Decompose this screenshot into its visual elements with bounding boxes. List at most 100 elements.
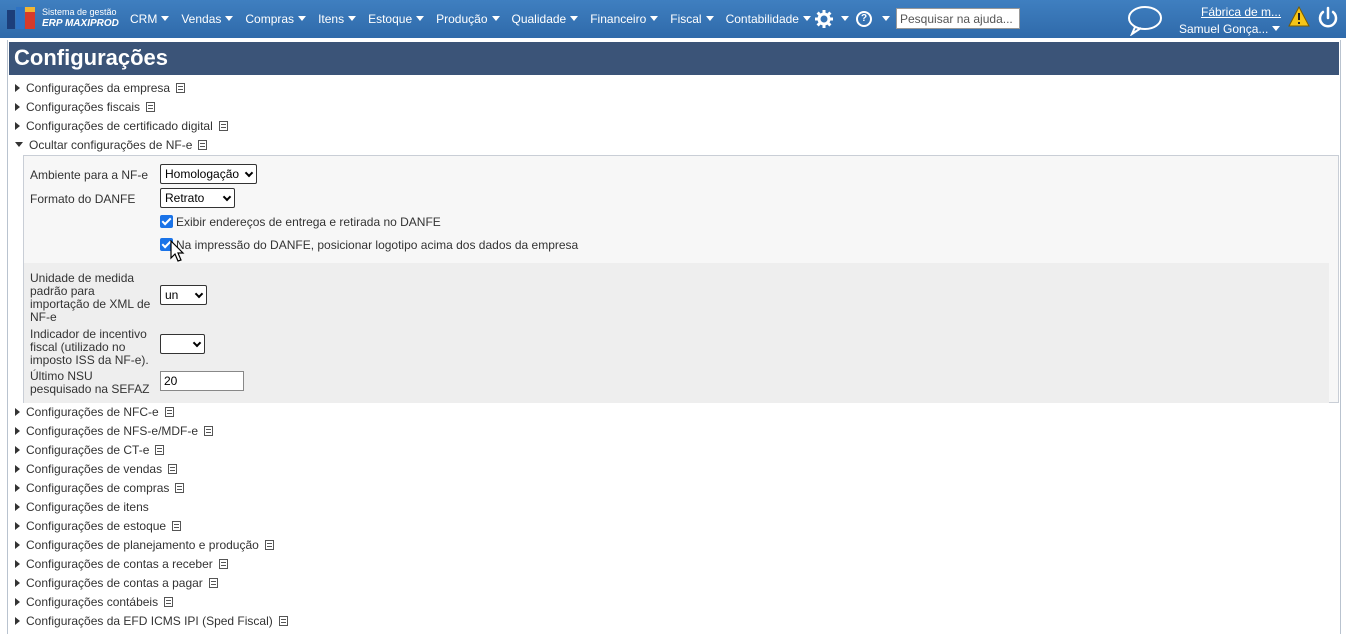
chevron-down-icon <box>1271 26 1280 31</box>
menu-estoque[interactable]: Estoque <box>368 12 425 26</box>
collapse-arrow-icon <box>15 142 23 147</box>
document-icon[interactable] <box>264 540 274 550</box>
incentivo-label: Indicador de incentivo fiscal (utilizado… <box>30 327 149 367</box>
section-empresa[interactable]: Configurações da empresa <box>15 81 186 95</box>
expand-arrow-icon <box>15 427 20 435</box>
chat-bubble-icon[interactable] <box>1126 4 1164 36</box>
ambiente-label: Ambiente para a NF-e <box>30 168 149 182</box>
incentivo-select[interactable] <box>160 334 205 354</box>
user-name: Samuel Gonça... <box>1179 22 1269 36</box>
section-nfce[interactable]: Configurações de NFC-e <box>15 405 174 419</box>
chevron-down-icon <box>298 16 307 21</box>
formato-value: Retrato <box>165 191 205 205</box>
chevron-down-icon <box>244 168 254 178</box>
chevron-down-icon <box>650 16 659 21</box>
chevron-down-icon <box>192 338 202 348</box>
section-planejamento[interactable]: Configurações de planejamento e produção <box>15 538 274 552</box>
menu-compras[interactable]: Compras <box>245 12 307 26</box>
section-fiscais[interactable]: Configurações fiscais <box>15 100 156 114</box>
section-certificado[interactable]: Configurações de certificado digital <box>15 119 228 133</box>
logotipo-label[interactable]: Na impressão do DANFE, posicionar logoti… <box>176 239 578 252</box>
menu-fiscal[interactable]: Fiscal <box>670 12 714 26</box>
document-icon[interactable] <box>172 521 182 531</box>
exibir-enderecos-checkbox[interactable] <box>160 215 173 228</box>
user-menu[interactable]: Samuel Gonça... <box>1179 22 1280 36</box>
document-icon[interactable] <box>155 445 165 455</box>
unidade-value: un <box>165 288 179 302</box>
company-link[interactable]: Fábrica de m... <box>1201 5 1281 19</box>
menu-producao[interactable]: Produção <box>436 12 500 26</box>
formato-select[interactable]: Retrato <box>160 188 235 208</box>
document-icon[interactable] <box>168 464 178 474</box>
main-menu: CRM Vendas Compras Itens Estoque Produçã… <box>130 0 823 38</box>
document-icon[interactable] <box>208 578 218 588</box>
expand-arrow-icon <box>15 522 20 530</box>
section-contas-pagar[interactable]: Configurações de contas a pagar <box>15 576 218 590</box>
brand-text: Sistema de gestão ERP MAXIPROD <box>42 6 119 30</box>
document-icon[interactable] <box>278 616 288 626</box>
ambiente-value: Homologação <box>165 167 240 181</box>
chevron-down-icon[interactable] <box>841 16 849 21</box>
section-nfe-toggle[interactable]: Ocultar configurações de NF-e <box>15 138 208 152</box>
document-icon[interactable] <box>218 121 228 131</box>
section-efd-icms-ipi[interactable]: Configurações da EFD ICMS IPI (Sped Fisc… <box>15 614 288 628</box>
chevron-down-icon <box>225 16 234 21</box>
page-title: Configurações <box>14 45 169 70</box>
chevron-down-icon[interactable] <box>882 16 890 21</box>
document-icon[interactable] <box>146 102 156 112</box>
document-icon[interactable] <box>176 83 186 93</box>
unidade-select[interactable]: un <box>160 285 207 305</box>
section-contas-receber[interactable]: Configurações de contas a receber <box>15 557 228 571</box>
ambiente-select[interactable]: Homologação <box>160 164 257 184</box>
gear-icon[interactable] <box>814 9 834 29</box>
expand-arrow-icon <box>15 122 20 130</box>
nsu-input[interactable]: 20 <box>160 371 244 391</box>
expand-arrow-icon <box>15 503 20 511</box>
page-header: Configurações <box>9 42 1339 75</box>
menu-itens[interactable]: Itens <box>318 12 357 26</box>
section-vendas[interactable]: Configurações de vendas <box>15 462 178 476</box>
mouse-cursor-icon <box>170 240 185 262</box>
chevron-down-icon <box>491 16 500 21</box>
document-icon[interactable] <box>164 597 174 607</box>
brand-subtitle: Sistema de gestão <box>42 7 117 17</box>
expand-arrow-icon <box>15 465 20 473</box>
chevron-down-icon <box>222 192 232 202</box>
document-icon[interactable] <box>175 483 185 493</box>
menu-qualidade[interactable]: Qualidade <box>512 12 579 26</box>
help-icon[interactable]: ? <box>856 11 872 27</box>
exibir-enderecos-label[interactable]: Exibir endereços de entrega e retirada n… <box>176 216 441 229</box>
menu-contabilidade[interactable]: Contabilidade <box>726 12 811 26</box>
expand-arrow-icon <box>15 446 20 454</box>
menu-crm[interactable]: CRM <box>130 12 170 26</box>
warning-icon[interactable] <box>1288 6 1310 28</box>
chevron-down-icon <box>194 289 204 299</box>
maxiprod-logo[interactable] <box>7 7 37 29</box>
expand-arrow-icon <box>15 408 20 416</box>
chevron-down-icon <box>570 16 579 21</box>
chevron-down-icon <box>161 16 170 21</box>
section-itens[interactable]: Configurações de itens <box>15 500 149 514</box>
expand-arrow-icon <box>15 84 20 92</box>
expand-arrow-icon <box>15 579 20 587</box>
search-help-input[interactable] <box>896 8 1020 29</box>
document-icon[interactable] <box>218 559 228 569</box>
document-icon[interactable] <box>198 140 208 150</box>
chevron-down-icon <box>348 16 357 21</box>
menu-financeiro[interactable]: Financeiro <box>590 12 659 26</box>
nfe-settings-panel: Ambiente para a NF-e Homologação Formato… <box>23 155 1339 403</box>
document-icon[interactable] <box>204 426 214 436</box>
section-cte[interactable]: Configurações de CT-e <box>15 443 165 457</box>
document-icon[interactable] <box>164 407 174 417</box>
power-icon[interactable] <box>1316 6 1340 30</box>
section-nfse-mdfe[interactable]: Configurações de NFS-e/MDF-e <box>15 424 214 438</box>
expand-arrow-icon <box>15 484 20 492</box>
unidade-label: Unidade de medida padrão para importação… <box>30 271 151 324</box>
menu-vendas[interactable]: Vendas <box>181 12 234 26</box>
section-estoque[interactable]: Configurações de estoque <box>15 519 182 533</box>
section-contabeis[interactable]: Configurações contábeis <box>15 595 174 609</box>
section-compras[interactable]: Configurações de compras <box>15 481 185 495</box>
formato-label: Formato do DANFE <box>30 192 136 206</box>
nsu-label: Último NSU pesquisado na SEFAZ <box>30 369 150 396</box>
chevron-down-icon <box>705 16 714 21</box>
